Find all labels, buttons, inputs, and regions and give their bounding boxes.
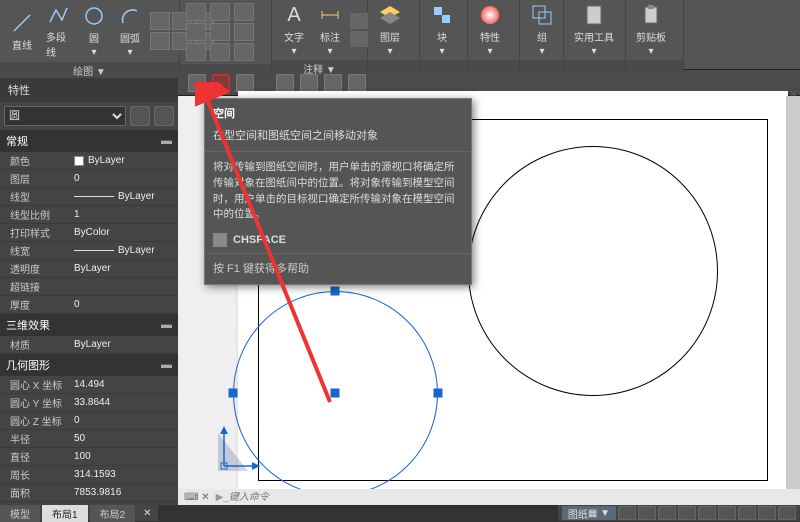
properties-title: 特性: [0, 78, 178, 102]
tooltip-command: CHSPACE: [233, 234, 286, 246]
ucs-icon: [220, 426, 260, 471]
layers-icon: [378, 3, 402, 27]
block-button[interactable]: 块▾: [424, 1, 460, 59]
text-icon: A: [282, 3, 306, 27]
pickadd-button[interactable]: [154, 106, 174, 126]
block-icon: [430, 3, 454, 27]
calc-icon: [582, 3, 606, 27]
modify-grid[interactable]: [184, 1, 258, 63]
props-icon: [478, 3, 502, 27]
cmd-icon: [213, 233, 227, 247]
dim-icon: [318, 3, 342, 27]
status-btn-3[interactable]: [658, 506, 676, 520]
layer-button[interactable]: 图层▾: [372, 1, 408, 59]
toolbtn-3[interactable]: [236, 74, 254, 92]
clipboard-icon: [639, 3, 663, 27]
arc-button[interactable]: 圆弧▾: [112, 2, 148, 60]
grip-top[interactable]: [331, 287, 340, 296]
props-button[interactable]: 特性▾: [472, 1, 508, 59]
group-button[interactable]: 组▾: [524, 1, 560, 59]
layout-tabs: 模型 布局1 布局2 ✕: [0, 505, 158, 521]
object-type-select[interactable]: 圆: [4, 106, 126, 126]
text-button[interactable]: A文字▾: [276, 1, 312, 59]
toolbtn-6[interactable]: [324, 74, 342, 92]
tooltip-f1: 按 F1 键获得​​多帮助: [205, 256, 471, 284]
grip-right[interactable]: [434, 389, 443, 398]
space-toggle[interactable]: 图纸 ▦ ▼: [562, 506, 616, 520]
properties-list[interactable]: 常规▬ 颜色ByLayer 图层0 线型ByLayer 线型比例1 打印样式By…: [0, 130, 178, 505]
vertical-scrollbar[interactable]: [786, 96, 800, 489]
polyline-icon: [46, 3, 70, 27]
properties-panel: 特性 圆 常规▬ 颜色ByLayer 图层0 线型ByLayer 线型比例1 打…: [0, 78, 178, 505]
grip-center[interactable]: [331, 389, 340, 398]
status-btn-8[interactable]: [758, 506, 776, 520]
circle-icon: [82, 4, 106, 28]
section-geom[interactable]: 几何图形▬: [0, 354, 178, 376]
model-circle[interactable]: [468, 146, 718, 396]
status-btn-6[interactable]: [718, 506, 736, 520]
quickselect-button[interactable]: [130, 106, 150, 126]
tab-model[interactable]: 模型: [0, 505, 40, 522]
status-btn-7[interactable]: [738, 506, 756, 520]
status-bar: 图纸 ▦ ▼: [558, 505, 800, 521]
arc-icon: [118, 4, 142, 28]
status-btn-9[interactable]: [778, 506, 796, 520]
toolbtn-5[interactable]: [300, 74, 318, 92]
chspace-button[interactable]: [212, 74, 230, 92]
clip-button[interactable]: 剪贴板▾: [630, 1, 672, 59]
toolbtn-7[interactable]: [348, 74, 366, 92]
tooltip-title: 空间: [205, 99, 471, 127]
circle-button[interactable]: 圆▾: [76, 2, 112, 60]
panel-label-draw[interactable]: 绘图 ▼: [0, 62, 179, 79]
toolbtn-4[interactable]: [276, 74, 294, 92]
util-button[interactable]: 实用工具▾: [568, 1, 620, 59]
section-3d[interactable]: 三维效果▬: [0, 314, 178, 336]
section-general[interactable]: 常规▬: [0, 130, 178, 152]
polyline-button[interactable]: 多段线: [40, 1, 76, 61]
grip-left[interactable]: [229, 389, 238, 398]
line-icon: [10, 11, 34, 35]
status-btn-4[interactable]: [678, 506, 696, 520]
toolbtn-1[interactable]: [188, 74, 206, 92]
tooltip-chspace: 空间 在​​型空间和图纸空间之间移动对象 将对​​传输到图纸空间时，用户单击的源…: [204, 98, 472, 285]
command-input[interactable]: [229, 492, 800, 503]
status-btn-2[interactable]: [638, 506, 656, 520]
status-btn-5[interactable]: [698, 506, 716, 520]
add-layout-button[interactable]: ✕: [137, 508, 157, 519]
tab-layout2[interactable]: 布局2: [90, 505, 136, 522]
tooltip-body: 将对​​传输到图纸空间时，用户单击的源视口将确定所传输对象在图纸​​间中的位置。…: [205, 154, 471, 229]
command-line[interactable]: ⌨ ✕ ▶_: [178, 489, 800, 505]
line-button[interactable]: 直线: [4, 9, 40, 54]
dim-button[interactable]: 标注▾: [312, 1, 348, 59]
tooltip-subtitle: 在​​型空间和图纸空间之间移动对象: [205, 127, 471, 149]
group-icon: [530, 3, 554, 27]
status-btn-1[interactable]: [618, 506, 636, 520]
ribbon: 直线 多段线 圆▾ 圆弧▾ 绘图 ▼ A文字▾ 标注▾ 注释 ▼ 图层▾ 块▾ …: [0, 0, 800, 70]
tab-layout1[interactable]: 布局1: [42, 505, 88, 522]
